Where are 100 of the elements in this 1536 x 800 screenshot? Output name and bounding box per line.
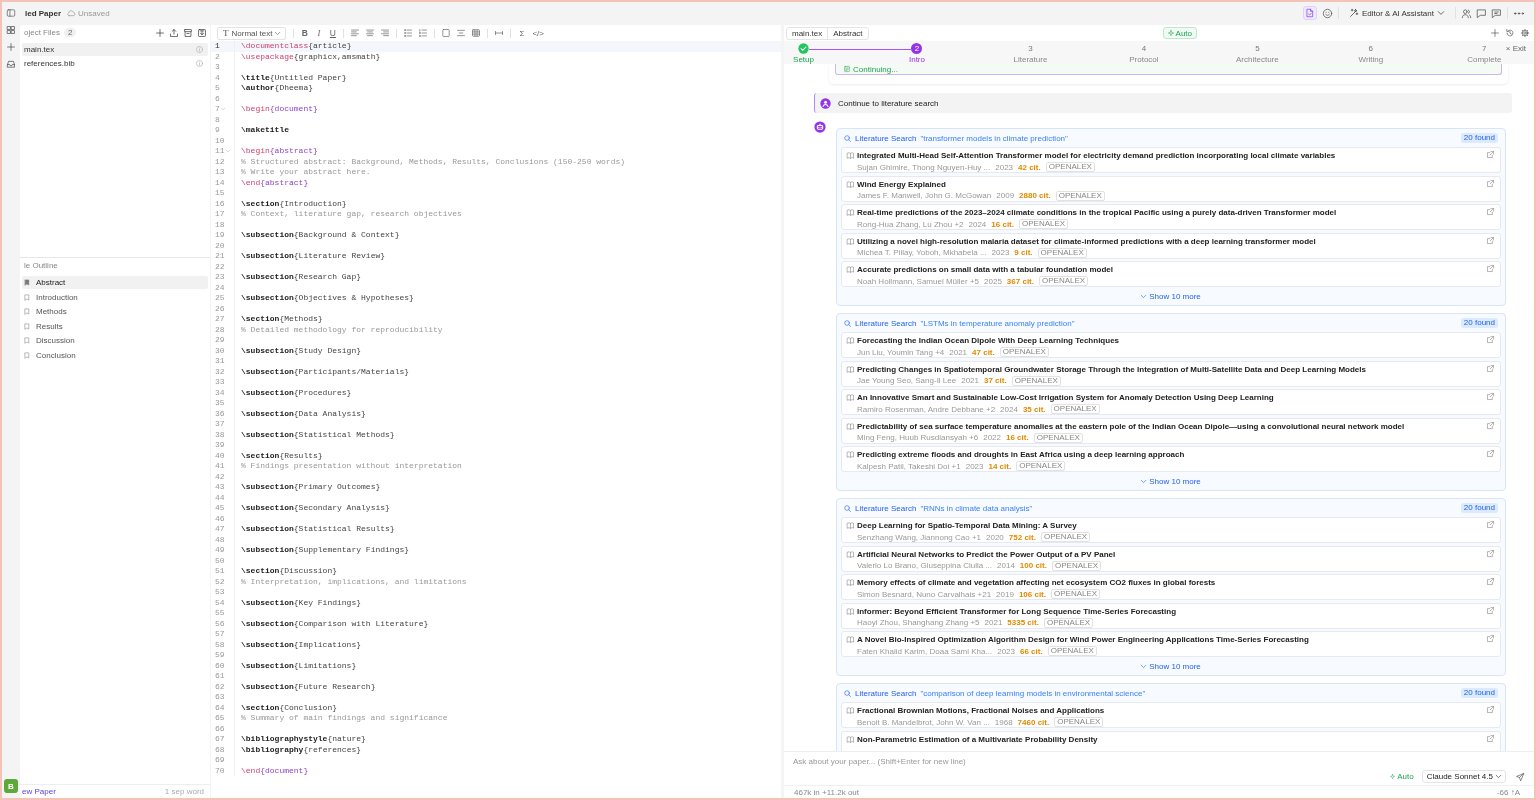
upload-icon[interactable] (170, 28, 178, 37)
step-number[interactable]: 3 (1024, 43, 1036, 54)
external-link-icon[interactable] (1487, 521, 1494, 528)
auto-mode-toggle[interactable]: Auto (1388, 772, 1416, 781)
outline-item[interactable]: Conclusion (22, 348, 208, 362)
book-icon (847, 394, 854, 401)
step-number[interactable]: 2 (911, 43, 923, 54)
external-link-icon[interactable] (1487, 364, 1494, 372)
result-item[interactable]: Informer: Beyond Efficient Transformer for Long Sequence Time-Series Forecasting Haoyi Zhou, Shanghang Zhang +5 2021 5335 cit. OPENALEX (841, 602, 1501, 629)
result-title: Predicting extreme floods and droughts in East Africa using a deep learning approach (857, 450, 1185, 459)
result-item[interactable]: Memory effects of climate and vegetation affecting net ecosystem CO2 fluxes in global forests Simon Besnard, Nuno Carvalhais +21 2019 106 cit. OPENALEX (841, 574, 1501, 600)
outline-item[interactable]: Discussion (22, 334, 208, 348)
numbered-list-icon[interactable] (419, 29, 428, 37)
underline-button[interactable]: U (329, 28, 337, 38)
result-item[interactable]: A Novel Bio-Inspired Optimization Algorithm Design for Wind Power Engineering Applications Time-Series Forecasting Faten Khalid Karim, Doaa Sami Kha... 2023 66 cit. OPENALEX (841, 631, 1501, 657)
document-icon[interactable] (1302, 6, 1317, 20)
chat-input[interactable]: Ask about your paper... (Shift+Enter for new line) (787, 754, 1528, 770)
step-number[interactable]: 5 (1251, 43, 1263, 54)
send-icon[interactable] (1516, 772, 1524, 781)
show-more-button[interactable]: Show 10 more (1139, 475, 1203, 487)
smiley-icon[interactable] (1322, 8, 1332, 18)
bold-button[interactable]: B (301, 28, 309, 38)
code-line: \section{Introduction} (241, 198, 347, 209)
sidebar-toggle-icon[interactable] (7, 9, 15, 17)
history-icon[interactable] (1506, 29, 1514, 37)
result-item[interactable]: Non-Parametric Estimation of a Multivariate Probability Density (841, 730, 1501, 751)
table-icon[interactable] (472, 29, 481, 37)
external-link-icon[interactable] (1487, 265, 1494, 272)
fold-caret-icon[interactable] (220, 108, 225, 111)
plus-icon[interactable] (1491, 29, 1499, 37)
users-icon[interactable] (1462, 8, 1471, 18)
external-link-icon[interactable] (1487, 179, 1494, 187)
archive-icon[interactable] (184, 28, 192, 37)
result-item[interactable]: Predictability of sea surface temperature anomalies at the eastern pole of the Indian Ocean Dipole—using a convolutional neural network model Ming Feng, Huub Rusdiansyah +6 2022 16 cit. OPENALEX (841, 417, 1501, 444)
external-link-icon[interactable] (1487, 236, 1494, 244)
step-number[interactable]: 6 (1365, 43, 1377, 54)
text-lines-icon[interactable] (457, 29, 466, 37)
exit-button[interactable]: × Exit (1503, 44, 1529, 53)
result-item[interactable]: Predicting Changes in Spatiotemporal Groundwater Storage Through the Integration of Multi-Satellite Data and Deep Learning Models Jae Young Seo, Sang-Il Lee 2021 37 cit. OPENALEX (841, 360, 1501, 387)
external-link-icon[interactable] (1487, 336, 1494, 343)
inbox-icon[interactable] (7, 60, 15, 68)
outline-item[interactable]: Abstract (22, 276, 208, 289)
external-link-icon[interactable] (1487, 208, 1494, 215)
formula-button[interactable]: Σ (518, 28, 526, 38)
download-icon[interactable] (198, 28, 206, 37)
model-dropdown[interactable]: Claude Sonnet 4.5 (1421, 770, 1506, 783)
result-item[interactable]: Artificial Neural Networks to Predict the Power Output of a PV Panel Valerio Lo Brano, Giuseppina Ciulla ... 2014 100 cit. OPENALEX (841, 545, 1501, 572)
fold-caret-icon[interactable] (225, 150, 230, 153)
result-item[interactable]: Forecasting the Indian Ocean Dipole With Deep Learning Techniques Jun Liu, Youmin Tang +4 2021 47 cit. OPENALEX (841, 332, 1501, 358)
file-item[interactable]: main.tex (22, 43, 208, 56)
result-item[interactable]: Predicting extreme floods and droughts in East Africa using a deep learning approach Kalpesh Patil, Takeshi Doi +1 2023 14 cit. OPENALEX (841, 446, 1501, 472)
outline-item[interactable]: Introduction (22, 290, 208, 304)
result-year: 2014 (997, 561, 1015, 570)
square-icon[interactable] (442, 29, 451, 37)
code-button[interactable]: </> (532, 28, 544, 38)
result-item[interactable]: Real-time predictions of the 2023–2024 climate conditions in the tropical Pacific using a purely data-driven Transformer model Rong-Hua Zhang, Lu Zhou +2 2024 16 cit. OPENALEX (841, 204, 1501, 230)
new-paper-link[interactable]: ew Paper (22, 787, 56, 796)
external-link-icon[interactable] (1487, 421, 1494, 429)
result-item[interactable]: Accurate predictions on small data with a tabular foundation model Noah Hollmann, Samuel Müller +5 2025 367 cit. OPENALEX (841, 261, 1501, 287)
file-item[interactable]: references.bib (22, 57, 208, 70)
align-center-icon[interactable] (366, 29, 375, 37)
outline-item[interactable]: Results (22, 319, 208, 333)
external-link-icon[interactable] (1487, 549, 1494, 557)
external-link-icon[interactable] (1487, 635, 1494, 642)
outline-item[interactable]: Methods (22, 305, 208, 319)
italic-button[interactable]: I (315, 28, 323, 38)
chat-icon[interactable] (1477, 8, 1486, 18)
show-more-button[interactable]: Show 10 more (1139, 660, 1203, 672)
chat-lines-icon[interactable] (1492, 8, 1501, 18)
text-style-dropdown[interactable]: T Normal text (217, 26, 287, 40)
info-icon[interactable] (196, 46, 203, 53)
plus-icon[interactable] (156, 28, 164, 37)
align-right-icon[interactable] (381, 29, 390, 37)
result-item[interactable]: Deep Learning for Spatio-Temporal Data Mining: A Survey Senzhang Wang, Jiannong Cao +1 2020 752 cit. OPENALEX (841, 517, 1501, 543)
info-icon[interactable] (196, 60, 203, 67)
result-item[interactable]: An Innovative Smart and Sustainable Low-Cost Irrigation System for Anomaly Detection Using Deep Learning Ramiro Rosenman, Andre Debbane +2 2024 35 cit. OPENALEX (841, 389, 1501, 415)
result-item[interactable]: Fractional Brownian Motions, Fractional Noises and Applications Benoit B. Mandelbrot, John W. Van ... 1968 7460 cit. OPENALEX (841, 702, 1501, 728)
external-link-icon[interactable] (1487, 151, 1494, 158)
align-left-icon[interactable] (351, 29, 360, 37)
result-authors: Haoyi Zhou, Shanghang Zhang +5 (857, 618, 980, 627)
chevron-down-icon (1141, 664, 1147, 668)
external-link-icon[interactable] (1487, 734, 1494, 742)
grid-icon[interactable] (7, 26, 15, 34)
bullet-list-icon[interactable] (404, 29, 413, 37)
settings-icon[interactable] (1521, 29, 1529, 37)
plus-icon[interactable] (7, 43, 15, 51)
external-link-icon[interactable] (1487, 393, 1494, 400)
result-item[interactable]: Utilizing a novel high-resolution malaria dataset for climate-informed predictions with a deep learning transformer model Michea T. Pillay, Yoboh, Mkhabela ... 2023 9 cit. OPENALEX (841, 232, 1501, 259)
external-link-icon[interactable] (1487, 706, 1494, 713)
more-icon[interactable] (1514, 11, 1524, 15)
step-number[interactable]: 7 (1478, 43, 1490, 54)
result-item[interactable]: Wind Energy Explained James F. Manwell, John G. McGowan 2009 2880 cit. OPENALEX (841, 175, 1501, 202)
external-link-icon[interactable] (1487, 578, 1494, 585)
view-mode-dropdown[interactable]: Editor & AI Assistant (1344, 6, 1449, 20)
step-number[interactable]: 4 (1138, 43, 1150, 54)
external-link-icon[interactable] (1487, 606, 1494, 614)
result-item[interactable]: Integrated Multi-Head Self-Attention Transformer model for electricity demand prediction incorporating local climate variables Sujan Ghimire, Thong Nguyen-Huy ... 2023 42 cit. OPENALEX (841, 147, 1501, 173)
horizontal-rule-icon[interactable] (495, 29, 504, 37)
external-link-icon[interactable] (1487, 450, 1494, 457)
show-more-button[interactable]: Show 10 more (1139, 290, 1203, 302)
